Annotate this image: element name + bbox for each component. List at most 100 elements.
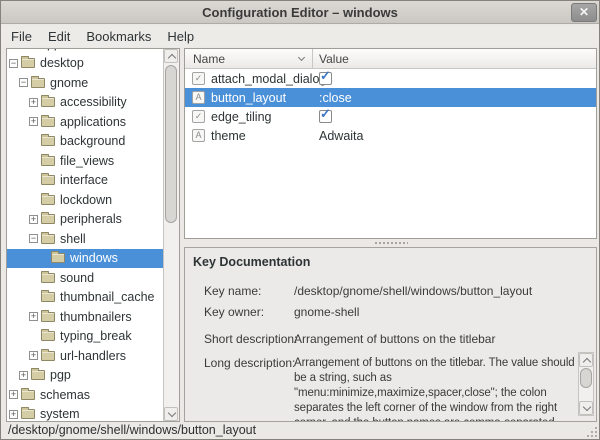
collapse-expander-icon[interactable]: −	[9, 59, 18, 68]
tree-item-applications[interactable]: +applications	[7, 112, 163, 132]
sort-indicator-icon	[298, 54, 305, 61]
scroll-down-button[interactable]	[164, 407, 178, 421]
tree-item-file_views[interactable]: file_views	[7, 151, 163, 171]
expand-expander-icon[interactable]: +	[29, 312, 38, 321]
scroll-down-button[interactable]	[579, 401, 593, 415]
scroll-up-button[interactable]	[579, 353, 593, 367]
tree-item-label: accessibility	[60, 95, 127, 109]
key-row-theme[interactable]: Atheme Adwaita	[185, 126, 596, 145]
menu-file[interactable]: File	[3, 27, 40, 46]
window-resize-grip[interactable]	[586, 426, 597, 437]
tree-item-url-handlers[interactable]: +url-handlers	[7, 346, 163, 366]
doc-field-value: gnome-shell	[294, 305, 359, 319]
titlebar[interactable]: Configuration Editor – windows ✕	[1, 1, 599, 24]
checkbox-checked[interactable]: ✓	[319, 110, 332, 123]
tree-item-thumbnail_cache[interactable]: thumbnail_cache	[7, 288, 163, 308]
folder-icon	[21, 409, 35, 419]
tree-item-accessibility[interactable]: + accessibility	[7, 93, 163, 113]
folder-icon	[31, 78, 45, 88]
tree-item-thumbnailers[interactable]: +thumbnailers	[7, 307, 163, 327]
doc-field-value: Arrangement of buttons on the titlebar. …	[294, 356, 576, 422]
tree-item-label: peripherals	[60, 212, 122, 226]
chevron-down-icon	[168, 409, 176, 417]
folder-icon	[21, 58, 35, 68]
key-row-attach_modal_dialogs[interactable]: ✓attach_modal_dialogs✓	[185, 69, 596, 88]
key-name: theme	[211, 129, 246, 143]
folder-icon	[41, 175, 55, 185]
tree-item-shell[interactable]: − shell	[7, 229, 163, 249]
scroll-up-button[interactable]	[164, 49, 178, 63]
key-row-button_layout[interactable]: Abutton_layout:close	[185, 88, 596, 107]
key-value: ✓	[319, 107, 332, 126]
folder-icon	[41, 351, 55, 361]
folder-icon	[41, 117, 55, 127]
tree-item-label: shell	[60, 232, 86, 246]
menu-bookmarks[interactable]: Bookmarks	[78, 27, 159, 46]
value-column-label: Value	[319, 52, 349, 66]
tree-item-peripherals[interactable]: + peripherals	[7, 210, 163, 230]
tree-scrollbar[interactable]	[163, 49, 179, 421]
doc-field-label: Short description:	[204, 332, 297, 346]
expand-expander-icon[interactable]: +	[19, 371, 28, 380]
key-value-text: Adwaita	[319, 129, 363, 143]
expand-expander-icon[interactable]: +	[29, 117, 38, 126]
folder-tree-panel: +apps−desktop−gnome+accessibility+applic…	[6, 48, 180, 422]
tree-item-label: windows	[70, 251, 118, 265]
key-value: Adwaita	[319, 126, 363, 145]
column-header-name[interactable]: Name	[185, 49, 313, 68]
tree-item-label: desktop	[40, 56, 84, 70]
doc-field-value: /desktop/gnome/shell/windows/button_layo…	[294, 284, 532, 298]
tree-item-desktop[interactable]: − desktop	[7, 54, 163, 74]
tree-item-background[interactable]: background	[7, 132, 163, 152]
collapse-expander-icon[interactable]: −	[29, 234, 38, 243]
menu-help[interactable]: Help	[159, 27, 202, 46]
key-documentation-title: Key Documentation	[193, 255, 310, 269]
folder-icon	[41, 136, 55, 146]
scrollbar-thumb[interactable]	[580, 368, 592, 388]
bool-type-icon: ✓	[192, 110, 205, 123]
close-button[interactable]: ✕	[571, 3, 597, 22]
tree-item-label: file_views	[60, 154, 114, 168]
pane-splitter[interactable]	[184, 239, 597, 247]
tree-item-lockdown[interactable]: lockdown	[7, 190, 163, 210]
tree-item-sound[interactable]: sound	[7, 268, 163, 288]
folder-icon	[41, 156, 55, 166]
folder-icon	[21, 390, 35, 400]
tree-item-label: gnome	[50, 76, 88, 90]
folder-icon	[51, 253, 65, 263]
expand-expander-icon[interactable]: +	[9, 410, 18, 419]
tree-item-pgp[interactable]: +pgp	[7, 366, 163, 386]
splitter-grip-icon	[374, 242, 408, 244]
chevron-up-icon	[168, 54, 176, 62]
tree-item-typing_break[interactable]: typing_break	[7, 327, 163, 347]
folder-icon	[31, 370, 45, 380]
tree-item-windows[interactable]: windows	[7, 249, 163, 269]
tree-item-interface[interactable]: interface	[7, 171, 163, 191]
tree-item-system[interactable]: +system	[7, 405, 163, 422]
key-documentation-panel: Key Documentation Key name:/desktop/gnom…	[184, 247, 597, 422]
tree-item-schemas[interactable]: + schemas	[7, 385, 163, 405]
key-row-edge_tiling[interactable]: ✓edge_tiling✓	[185, 107, 596, 126]
scrollbar-thumb[interactable]	[165, 65, 177, 223]
doc-field-label: Long description:	[204, 356, 295, 370]
collapse-expander-icon[interactable]: −	[19, 78, 28, 87]
tree-item-label: typing_break	[60, 329, 132, 343]
tree-item-label: interface	[60, 173, 108, 187]
tree-item-label: background	[60, 134, 125, 148]
tree-item-label: schemas	[40, 388, 90, 402]
checkbox-checked[interactable]: ✓	[319, 72, 332, 85]
checkmark-icon: ✓	[320, 106, 331, 122]
tree-item-label: lockdown	[60, 193, 112, 207]
folder-icon	[41, 214, 55, 224]
tree-item-gnome[interactable]: − gnome	[7, 73, 163, 93]
description-scrollbar[interactable]	[578, 352, 594, 416]
expand-expander-icon[interactable]: +	[29, 215, 38, 224]
expand-expander-icon[interactable]: +	[29, 98, 38, 107]
configuration-editor-window: Configuration Editor – windows ✕ FileEdi…	[0, 0, 600, 440]
string-type-icon: A	[192, 129, 205, 142]
string-type-icon: A	[192, 91, 205, 104]
column-header-value[interactable]: Value	[313, 49, 596, 68]
expand-expander-icon[interactable]: +	[29, 351, 38, 360]
menu-edit[interactable]: Edit	[40, 27, 78, 46]
expand-expander-icon[interactable]: +	[9, 390, 18, 399]
